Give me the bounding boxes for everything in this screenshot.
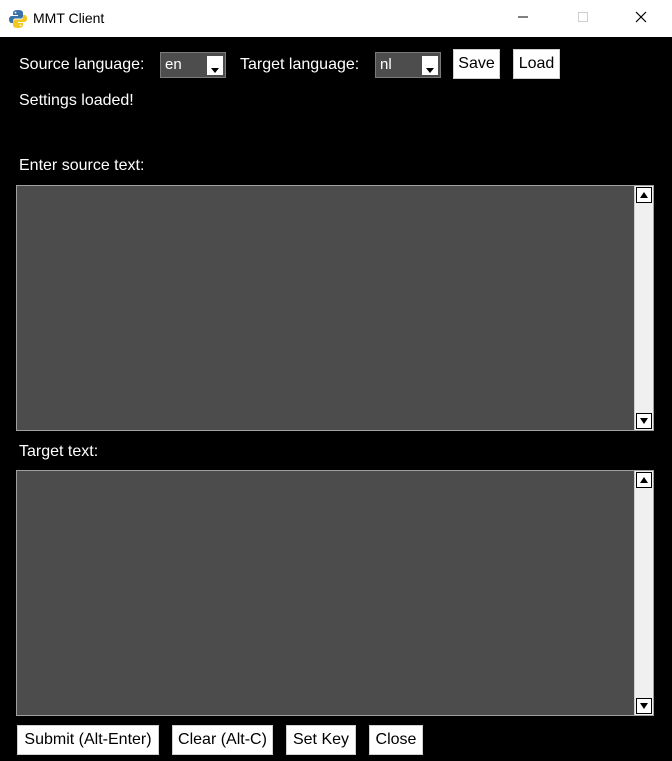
target-text-area[interactable] [16,470,654,716]
close-window-button[interactable] [618,0,664,37]
status-message: Settings loaded! [19,92,134,109]
window-title: MMT Client [33,10,105,26]
source-scrollbar[interactable] [634,186,653,430]
dropdown-arrow-icon[interactable] [207,56,223,75]
target-language-select[interactable]: nl [375,52,441,78]
source-language-value: en [165,56,182,73]
maximize-icon [577,10,589,28]
scroll-down-arrow-icon[interactable] [636,698,652,714]
minimize-button[interactable] [500,0,546,37]
source-text-input[interactable] [17,186,634,430]
save-button[interactable]: Save [453,49,500,79]
title-bar[interactable]: MMT Client [0,0,672,37]
target-text-label: Target text: [19,443,99,460]
load-button[interactable]: Load [513,49,560,79]
target-language-label: Target language: [240,56,360,73]
close-button[interactable]: Close [369,725,423,755]
source-language-label: Source language: [19,56,145,73]
target-text-output[interactable] [17,471,634,715]
clear-button[interactable]: Clear (Alt-C) [172,725,273,755]
scroll-down-arrow-icon[interactable] [636,413,652,429]
scroll-up-arrow-icon[interactable] [636,187,652,203]
target-scrollbar[interactable] [634,471,653,715]
dropdown-arrow-icon[interactable] [422,56,438,75]
maximize-button[interactable] [560,0,606,37]
submit-button[interactable]: Submit (Alt-Enter) [17,725,159,755]
source-text-label: Enter source text: [19,157,145,174]
scroll-up-arrow-icon[interactable] [636,472,652,488]
source-text-area[interactable] [16,185,654,431]
source-language-select[interactable]: en [160,52,226,78]
close-icon [635,10,647,28]
minimize-icon [517,10,529,28]
target-language-value: nl [380,56,392,73]
app-window: MMT Client Source language: en Target la… [0,0,672,761]
python-icon [8,9,28,29]
set-key-button[interactable]: Set Key [286,725,356,755]
